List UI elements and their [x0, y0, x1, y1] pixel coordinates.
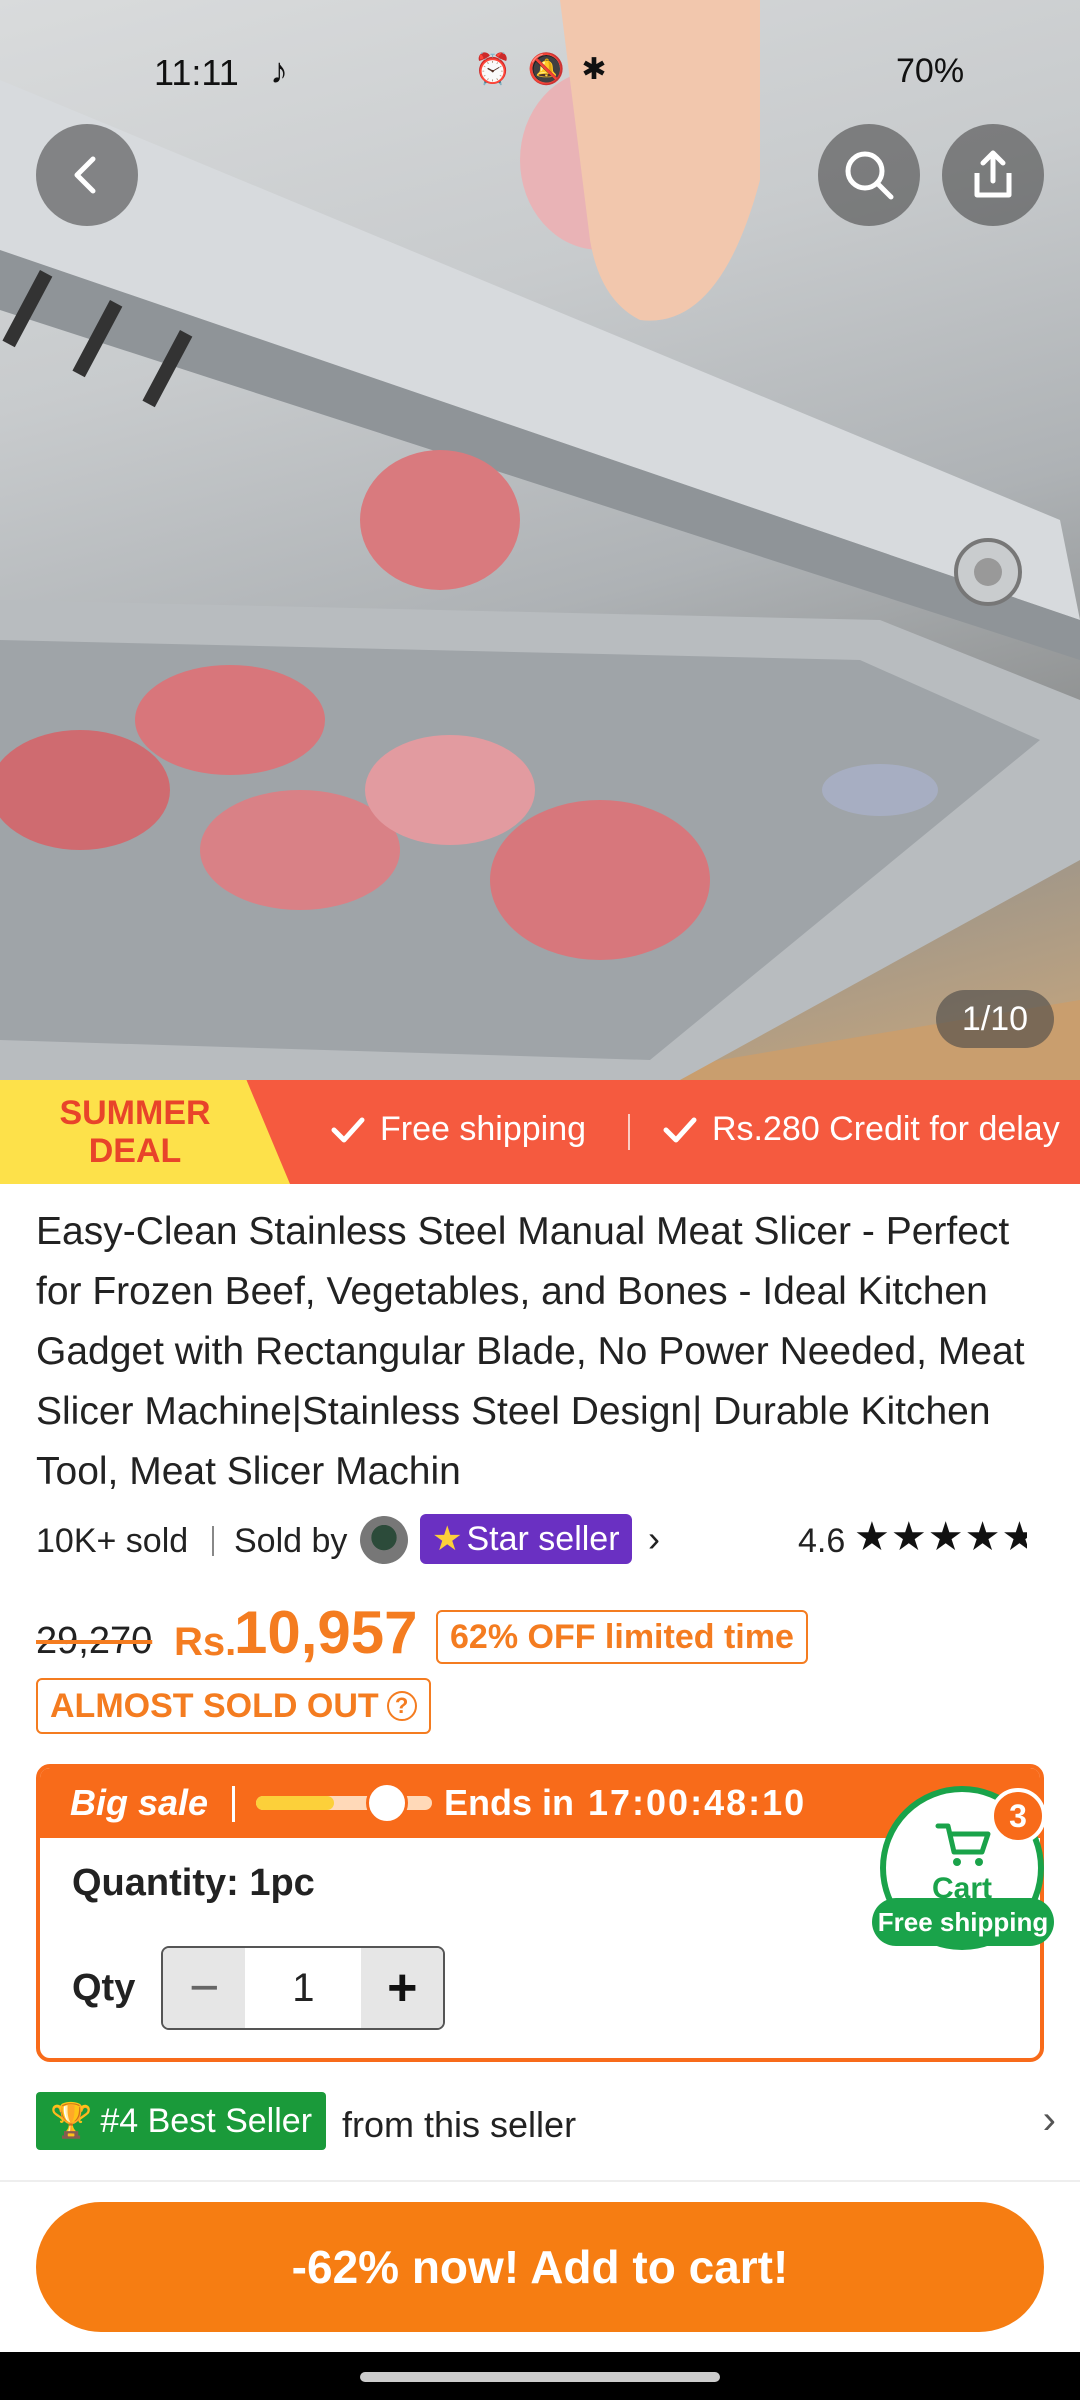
chevron-right-icon[interactable]: › — [648, 1518, 660, 1560]
product-title: Easy-Clean Stainless Steel Manual Meat S… — [36, 1210, 1025, 1493]
cart-free-shipping: Free shipping — [872, 1898, 1054, 1946]
tiktok-icon: ♪ — [270, 50, 288, 91]
rating-value: 4.6 — [798, 1522, 846, 1560]
discount-badge: 62% OFF limited time — [436, 1610, 808, 1664]
add-to-cart-button[interactable]: -62% now! Add to cart! — [36, 2202, 1044, 2332]
deal-banner[interactable]: SUMMER DEAL Free shipping Rs.280 Credit f… — [0, 1080, 1080, 1184]
big-sale-label: Big sale — [70, 1782, 209, 1823]
perk-free-shipping: Free shipping — [330, 1110, 586, 1149]
qty-row: Qty − 1 + — [72, 1946, 446, 2030]
quantity-stepper[interactable]: − 1 + — [161, 1946, 446, 2030]
back-button[interactable] — [36, 124, 138, 226]
status-time: 11:11 — [154, 52, 239, 93]
cart-icon — [935, 1823, 991, 1866]
decrease-button[interactable]: − — [163, 1948, 246, 2028]
countdown-timer: 17:00:48:10 — [588, 1782, 807, 1823]
sale-divider — [232, 1786, 235, 1822]
home-gesture-handle[interactable] — [360, 2372, 720, 2382]
status-bar: 11:11 ♪ ⏰ 🔕 ✱ 70% — [0, 40, 1080, 104]
best-seller-label: #4 Best Seller — [100, 2101, 313, 2140]
meta-divider — [212, 1526, 214, 1556]
star-seller-label: Star seller — [466, 1519, 620, 1558]
chevron-left-icon — [74, 156, 96, 194]
system-nav-bar — [0, 2352, 1080, 2400]
perk-divider — [628, 1114, 630, 1150]
search-button[interactable] — [818, 124, 920, 226]
almost-sold-out-label: ALMOST SOLD OUT — [50, 1686, 379, 1725]
rating-stars[interactable]: ★★★★★ — [854, 1514, 1027, 1560]
image-counter: 1/10 — [936, 990, 1054, 1048]
divider — [0, 2180, 1080, 2182]
summer-deal-line1: SUMMER — [59, 1094, 211, 1132]
status-indicators: ⏰ 🔕 ✱ — [474, 53, 611, 86]
sold-by-label: Sold by — [234, 1522, 348, 1560]
best-seller-badge: 🏆 #4 Best Seller — [36, 2092, 327, 2150]
seller-meta-row: 10K+ sold Sold by ★ Star seller › 4.6 ★★… — [36, 1510, 1056, 1570]
best-seller-row[interactable]: 🏆 #4 Best Seller from this seller › — [36, 2092, 1056, 2152]
cart-count-badge: 3 — [990, 1788, 1046, 1844]
help-icon[interactable]: ? — [386, 1691, 417, 1721]
battery-indicator: 70% — [896, 52, 965, 90]
star-icon: ★ — [432, 1520, 463, 1558]
increase-button[interactable]: + — [361, 1948, 444, 2028]
chevron-right-icon[interactable]: › — [1043, 2098, 1056, 2143]
seller-avatar[interactable] — [360, 1516, 408, 1564]
best-seller-text: from this seller — [342, 2104, 577, 2145]
sale-progress-fill — [256, 1796, 334, 1810]
sold-count: 10K+ sold — [36, 1522, 189, 1560]
search-icon — [845, 151, 894, 200]
summer-deal-line2: DEAL — [88, 1132, 182, 1170]
current-price: 10,957 — [234, 1599, 418, 1666]
trophy-icon: 🏆 — [50, 2102, 93, 2140]
star-seller-badge[interactable]: ★ Star seller — [420, 1514, 632, 1564]
qty-label: Qty — [72, 1966, 136, 2009]
check-icon — [663, 1117, 697, 1142]
clock-icon — [366, 1782, 408, 1824]
perk-free-shipping-label: Free shipping — [380, 1110, 587, 1148]
sale-progress-bar — [256, 1782, 432, 1824]
currency-label: Rs. — [174, 1620, 237, 1664]
quantity-value[interactable]: 1 — [245, 1948, 362, 2028]
share-icon — [974, 150, 1012, 198]
summer-deal-badge: SUMMER DEAL — [0, 1080, 290, 1184]
quantity-option[interactable]: Quantity: 1pc — [72, 1862, 315, 1905]
price-row: 29,270 Rs. 10,957 62% OFF limited time — [36, 1596, 1056, 1676]
check-icon — [331, 1117, 365, 1142]
almost-sold-out-badge[interactable]: ALMOST SOLD OUT ? — [36, 1678, 431, 1734]
perk-delay-credit: Rs.280 Credit for delay — [662, 1110, 1060, 1149]
original-price: 29,270 — [36, 1620, 153, 1662]
ends-in-label: Ends in — [444, 1782, 575, 1823]
perk-delay-credit-label: Rs.280 Credit for delay — [712, 1110, 1060, 1148]
share-button[interactable] — [942, 124, 1044, 226]
